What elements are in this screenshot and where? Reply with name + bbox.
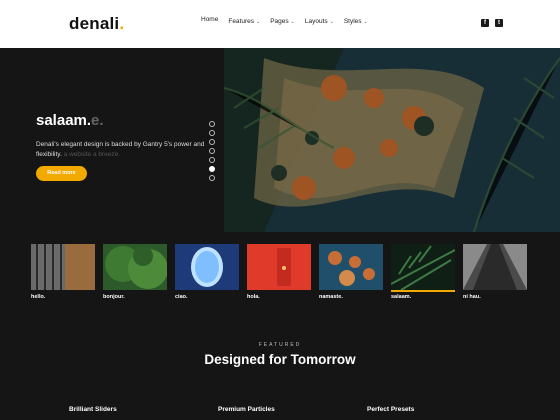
social-links: f t bbox=[481, 19, 503, 27]
feature-item: Perfect Presets bbox=[367, 406, 415, 413]
hero-image bbox=[224, 48, 560, 232]
thumb-label: namaste. bbox=[319, 294, 343, 300]
thumb-bonjour[interactable] bbox=[103, 244, 167, 290]
slide-dot[interactable] bbox=[209, 130, 215, 136]
brand-logo[interactable]: denali. bbox=[69, 14, 124, 34]
nav-item-pages[interactable]: Pages ⌄ bbox=[270, 18, 295, 25]
feature-item: Brilliant Sliders bbox=[69, 406, 117, 413]
slide-dot[interactable] bbox=[209, 121, 215, 127]
slide-pagination bbox=[209, 121, 215, 181]
read-more-button[interactable]: Read more bbox=[36, 166, 87, 181]
facebook-icon[interactable]: f bbox=[481, 19, 489, 27]
slide-dot-active[interactable] bbox=[209, 166, 215, 172]
thumb-hello[interactable] bbox=[31, 244, 95, 290]
twitter-icon[interactable]: t bbox=[495, 19, 503, 27]
hero-title: salaam.e. bbox=[36, 112, 104, 129]
chevron-down-icon: ⌄ bbox=[329, 18, 334, 25]
slide-dot[interactable] bbox=[209, 139, 215, 145]
chevron-down-icon: ⌄ bbox=[256, 18, 261, 25]
hero-slider: salaam.e. Denali's elegant design is bac… bbox=[0, 48, 560, 232]
section-headline: Designed for Tomorrow bbox=[204, 352, 356, 367]
thumb-ciao[interactable] bbox=[175, 244, 239, 290]
top-navigation-bar: denali. Home Features ⌄ Pages ⌄ Layouts ⌄ S… bbox=[0, 0, 560, 48]
chevron-down-icon: ⌄ bbox=[290, 18, 295, 25]
hero-description: Denali's elegant design is backed by Gan… bbox=[36, 141, 205, 158]
hero-text-panel: salaam.e. Denali's elegant design is bac… bbox=[0, 48, 224, 232]
thumb-ni-hau[interactable] bbox=[463, 244, 527, 290]
slide-dot[interactable] bbox=[209, 148, 215, 154]
thumbnail-strip: hello. bonjour. ciao. hola. namaste. sal… bbox=[0, 232, 560, 312]
section-eyebrow: FEATURED bbox=[258, 342, 302, 348]
slide-dot[interactable] bbox=[209, 175, 215, 181]
nav-item-styles[interactable]: Styles ⌄ bbox=[344, 18, 368, 25]
thumb-label: salaam. bbox=[391, 294, 412, 300]
thumb-label: ciao. bbox=[175, 294, 188, 300]
featured-section: FEATURED Designed for Tomorrow Brilliant… bbox=[0, 312, 560, 420]
chevron-down-icon: ⌄ bbox=[363, 18, 368, 25]
thumb-label: hola. bbox=[247, 294, 260, 300]
nav-item-features[interactable]: Features ⌄ bbox=[228, 18, 260, 25]
main-nav: Home Features ⌄ Pages ⌄ Layouts ⌄ Styles ⌄ bbox=[201, 16, 368, 25]
feature-item: Premium Particles bbox=[218, 406, 275, 413]
active-thumb-indicator bbox=[391, 290, 455, 292]
thumb-label: hello. bbox=[31, 294, 46, 300]
nav-item-home[interactable]: Home bbox=[201, 16, 218, 23]
slide-dot[interactable] bbox=[209, 157, 215, 163]
nav-item-layouts[interactable]: Layouts ⌄ bbox=[305, 18, 334, 25]
thumb-hola[interactable] bbox=[247, 244, 311, 290]
thumb-label: ni hau. bbox=[463, 294, 481, 300]
thumb-namaste[interactable] bbox=[319, 244, 383, 290]
thumb-salaam[interactable] bbox=[391, 244, 455, 290]
thumb-label: bonjour. bbox=[103, 294, 125, 300]
